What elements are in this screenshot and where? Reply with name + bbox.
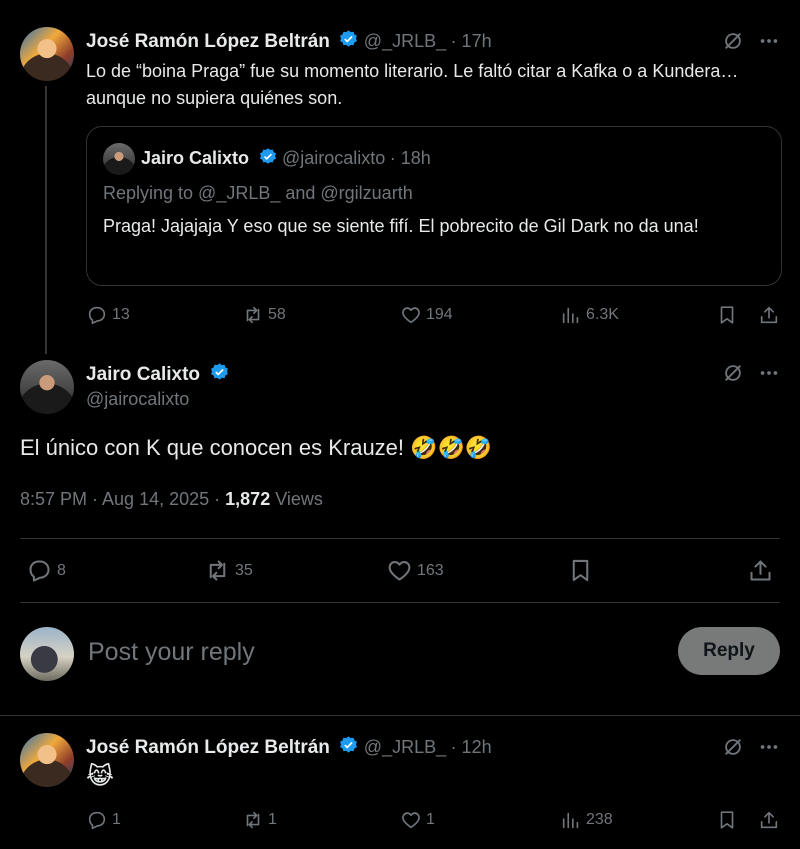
reply-action[interactable]: 13: [86, 304, 130, 326]
bookmark-icon[interactable]: [716, 304, 738, 326]
like-action[interactable]: 194: [400, 304, 453, 326]
like-count: 1: [426, 811, 435, 828]
share-icon[interactable]: [747, 557, 774, 584]
repost-count: 35: [235, 561, 253, 579]
tweet-text: 😹: [86, 763, 115, 790]
reply-button[interactable]: Reply: [678, 627, 780, 675]
reply-action[interactable]: 1: [86, 809, 121, 831]
author-handle[interactable]: @_JRLB_: [364, 737, 446, 757]
views-icon: [562, 812, 579, 829]
like-icon: [388, 561, 411, 581]
repost-action[interactable]: 1: [242, 809, 277, 831]
reply-action[interactable]: 8: [26, 557, 66, 584]
reply-icon: [29, 560, 50, 582]
avatar: [20, 627, 74, 681]
like-icon: [402, 307, 420, 324]
views-icon: [562, 307, 579, 324]
avatar[interactable]: [20, 733, 74, 787]
grok-icon[interactable]: [722, 30, 744, 52]
tweet-text: El único con K que conocen es Krauze! 🤣🤣…: [20, 435, 493, 460]
more-icon[interactable]: [758, 362, 780, 384]
quote-header: Jairo Calixto @jairocalixto · 18h: [141, 147, 431, 169]
divider: [20, 538, 780, 539]
like-icon: [402, 812, 420, 829]
grok-icon[interactable]: [722, 736, 744, 758]
tweet-header: José Ramón López Beltrán @_JRLB_ · 12h: [86, 735, 492, 759]
verified-badge-icon: [340, 736, 358, 753]
views-count: 238: [586, 811, 613, 828]
views-count: 1,872: [225, 489, 271, 509]
avatar[interactable]: [20, 360, 74, 414]
quote-time: · 18h: [389, 148, 431, 168]
author-name[interactable]: Jairo Calixto: [86, 364, 200, 385]
tweet-time[interactable]: · 17h: [451, 31, 492, 51]
repost-icon: [209, 560, 226, 581]
reply-icon: [88, 811, 106, 830]
author-name[interactable]: José Ramón López Beltrán: [86, 737, 330, 758]
like-count: 163: [417, 561, 444, 579]
verified-badge-icon: [259, 148, 276, 164]
thread-connector-line: [45, 86, 47, 354]
tweet-time[interactable]: · 12h: [451, 737, 492, 757]
divider: [20, 602, 780, 603]
views-action[interactable]: 238: [560, 809, 613, 831]
verified-badge-icon: [210, 363, 228, 380]
divider: [0, 715, 800, 716]
verified-badge-icon: [340, 30, 358, 47]
quote-text: Praga! Jajajaja Y eso que se siente fifí…: [103, 216, 699, 236]
reply-icon: [88, 306, 106, 325]
tweet-timestamp[interactable]: 8:57 PM · Aug 14, 2025 ·: [20, 489, 220, 509]
tweet-header: Jairo Calixto: [86, 362, 230, 386]
repost-action[interactable]: 58: [242, 304, 286, 326]
avatar[interactable]: [20, 27, 74, 81]
bookmark-icon[interactable]: [567, 557, 594, 584]
more-icon[interactable]: [758, 736, 780, 758]
quote-author-name: Jairo Calixto: [141, 148, 250, 168]
replying-to: Replying to @_JRLB_ and @rgilzuarth: [103, 183, 413, 203]
author-name[interactable]: José Ramón López Beltrán: [86, 31, 330, 52]
share-icon[interactable]: [758, 304, 780, 326]
reply-count: 1: [112, 811, 121, 828]
like-action[interactable]: 1: [400, 809, 435, 831]
tweet-meta: 8:57 PM · Aug 14, 2025 · 1,872 Views: [20, 489, 323, 510]
quote-author-handle: @jairocalixto: [281, 148, 386, 168]
author-handle[interactable]: @jairocalixto: [86, 389, 189, 410]
quoted-tweet[interactable]: Jairo Calixto @jairocalixto · 18h Replyi…: [86, 126, 782, 286]
reply-count: 8: [57, 561, 66, 579]
repost-action[interactable]: 35: [204, 557, 253, 584]
like-count: 194: [426, 306, 453, 323]
views-label: Views: [275, 489, 323, 509]
repost-count: 58: [268, 306, 286, 323]
grok-icon[interactable]: [722, 362, 744, 384]
like-action[interactable]: 163: [386, 557, 444, 584]
bookmark-icon[interactable]: [716, 809, 738, 831]
more-icon[interactable]: [758, 30, 780, 52]
reply-count: 13: [112, 306, 130, 323]
tweet-header: José Ramón López Beltrán @_JRLB_ · 17h: [86, 29, 492, 53]
repost-icon: [246, 306, 260, 324]
reply-input[interactable]: [88, 632, 648, 672]
views-count: 6.3K: [586, 306, 619, 323]
repost-count: 1: [268, 811, 277, 828]
repost-icon: [246, 811, 260, 829]
author-handle[interactable]: @_JRLB_: [364, 31, 446, 51]
share-icon[interactable]: [758, 809, 780, 831]
views-action[interactable]: 6.3K: [560, 304, 619, 326]
avatar: [103, 143, 135, 175]
tweet-text: Lo de “boina Praga” fue su momento liter…: [86, 61, 739, 108]
